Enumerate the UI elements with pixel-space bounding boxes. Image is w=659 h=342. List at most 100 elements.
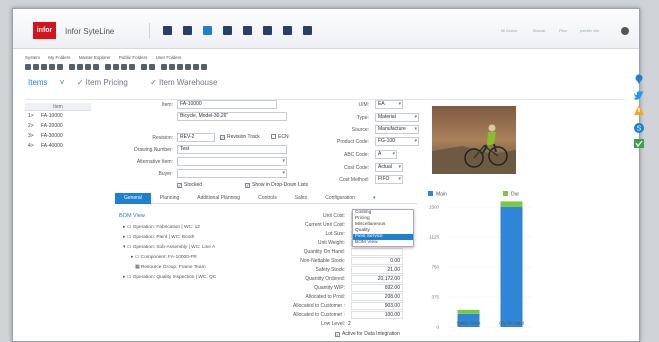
attach-icon[interactable] [177, 64, 183, 70]
check-icon[interactable] [634, 139, 644, 148]
chevron-down-icon[interactable]: ▾ [398, 101, 401, 108]
tab-sales[interactable]: Sales [286, 193, 317, 204]
skype-icon[interactable]: S [634, 123, 644, 133]
document-icon[interactable] [263, 26, 272, 35]
grid-icon[interactable] [141, 64, 147, 70]
menu-public-folders[interactable]: Public Folders [119, 55, 148, 60]
quantity-value[interactable]: 903.00 [351, 302, 403, 310]
chevron-down-icon[interactable]: ▾ [282, 170, 285, 177]
bar-main[interactable] [500, 207, 523, 327]
top-link[interactable]: Buscar [533, 28, 545, 33]
list-item[interactable]: 4> FA-40000 [25, 141, 91, 151]
tab-controls[interactable]: Controls [249, 193, 286, 204]
ecn-checkbox[interactable]: ECN [271, 134, 289, 140]
bookmark-icon[interactable] [303, 26, 312, 35]
quantity-value[interactable]: 0.00 [351, 257, 403, 265]
notes-icon[interactable] [185, 64, 191, 70]
filter-icon[interactable] [85, 64, 91, 70]
refresh-icon[interactable] [69, 64, 75, 70]
tree-node[interactable]: ▸ ▭ Operation: Paint | WC: Booth [123, 233, 216, 243]
buyer-field[interactable]: ▾ [177, 169, 287, 178]
next-icon[interactable] [121, 64, 127, 70]
forms-icon[interactable] [183, 26, 192, 35]
product-code-field[interactable]: FG-100 ▾ [375, 137, 419, 146]
print-icon[interactable] [161, 64, 167, 70]
menu-my-folders[interactable]: My Folders [48, 55, 70, 60]
list-item[interactable]: 2> FA-20000 [25, 121, 91, 131]
chevron-down-icon[interactable]: ▾ [282, 158, 285, 165]
tab-general[interactable]: General [115, 193, 151, 204]
quantity-value[interactable] [351, 248, 403, 256]
cost-code-field[interactable]: Actual ▾ [375, 163, 403, 172]
list-item[interactable]: 3> FA-30000 [25, 131, 91, 141]
chevron-down-icon[interactable]: ▾ [364, 193, 385, 204]
chevron-down-icon[interactable]: ▾ [414, 126, 417, 133]
delete-icon[interactable] [57, 64, 63, 70]
folder-icon[interactable] [203, 26, 212, 35]
revision-field[interactable]: REV-2 [177, 133, 215, 142]
first-icon[interactable] [105, 64, 111, 70]
settings-icon[interactable] [283, 26, 292, 35]
paste-icon[interactable] [49, 64, 55, 70]
twitter-icon[interactable] [634, 91, 644, 100]
type-field[interactable]: Material ▾ [375, 113, 419, 122]
tree-node[interactable]: ▸ ▭ Operation: Fabrication | WC: 12 [123, 223, 216, 233]
chevron-down-icon[interactable]: ▾ [398, 176, 401, 183]
new-icon[interactable] [25, 64, 31, 70]
bar-top[interactable] [500, 201, 523, 207]
user-avatar-icon[interactable] [621, 27, 629, 35]
save-all-icon[interactable] [77, 64, 83, 70]
last-icon[interactable] [129, 64, 135, 70]
chevron-down-icon[interactable]: ▾ [414, 114, 417, 121]
tab-additional-planning[interactable]: Additional Planning [188, 193, 249, 204]
stocked-checkbox[interactable]: ✓ Stocked [177, 182, 202, 188]
chevron-down-icon[interactable]: ▾ [392, 151, 395, 158]
source-field[interactable]: Manufacture ▾ [375, 125, 419, 134]
menu-system[interactable]: System [25, 55, 40, 60]
save-icon[interactable] [33, 64, 39, 70]
description-field[interactable]: Bicycle, Model-30,26" [177, 112, 287, 121]
quantity-value[interactable]: 208.00 [351, 293, 403, 301]
location-pin-icon[interactable] [635, 74, 643, 85]
tab-item-warehouse[interactable]: ✓ Item Warehouse [150, 78, 227, 87]
quantity-value[interactable]: 21.00 [351, 266, 403, 274]
alternative-item-field[interactable]: ▾ [177, 157, 287, 166]
chevron-down-icon[interactable]: ▾ [414, 138, 417, 145]
tab-item-pricing[interactable]: ✓ Item Pricing [77, 78, 138, 87]
top-link[interactable]: Plan [559, 28, 567, 33]
menu-item-bom-view[interactable]: BOM View [353, 240, 413, 246]
tree-node[interactable]: ▸ ▭ Component: FA-10000-FR [123, 253, 216, 263]
copy-icon[interactable] [41, 64, 47, 70]
tree-node[interactable]: ▦ Resource Group: Frame Team [123, 263, 216, 273]
bar-top[interactable] [457, 309, 480, 314]
user-icon[interactable] [243, 26, 252, 35]
active-integration-checkbox[interactable]: ✓ Active for Data Integration [335, 331, 400, 337]
home-icon[interactable] [163, 26, 172, 35]
chevron-down-icon[interactable]: ▾ [398, 164, 401, 171]
item-field[interactable]: FA-10000 [177, 100, 277, 109]
menu-master-explorer[interactable]: Master Explorer [79, 55, 111, 60]
um-field[interactable]: EA ▾ [375, 100, 403, 109]
zoom-icon[interactable] [201, 64, 207, 70]
tree-node[interactable]: ▸ ▭ Operation: Quality Inspection | WC: … [123, 273, 216, 283]
infor-logo[interactable]: infor [33, 22, 56, 39]
quantity-value[interactable]: 100.00 [351, 311, 403, 319]
filter-clear-icon[interactable] [93, 64, 99, 70]
drawing-number-field[interactable]: Test [177, 145, 287, 154]
list-item[interactable]: 1> FA-10000 [25, 111, 91, 121]
quantity-value[interactable]: 692.00 [351, 284, 403, 292]
quantity-value[interactable]: 20,172.00 [351, 275, 403, 283]
revision-track-checkbox[interactable]: ✓ Revision Track [220, 134, 260, 140]
preview-icon[interactable] [169, 64, 175, 70]
menu-user-folders[interactable]: User Folders [156, 55, 182, 60]
tab-configuration[interactable]: Configuration [316, 193, 364, 204]
top-link[interactable]: Mi Activo [501, 28, 517, 33]
form-icon[interactable] [149, 64, 155, 70]
cost-method-field[interactable]: FIFO ▾ [375, 175, 403, 184]
warning-icon[interactable] [634, 105, 644, 115]
top-link[interactable]: psmith info [580, 28, 599, 33]
show-dropdown-checkbox[interactable]: ✓ Show in Drop-Down Lists [245, 182, 308, 188]
tree-node[interactable]: ▾ ▭ Operation: Sub-Assembly | WC: Line A [123, 243, 216, 253]
tab-planning[interactable]: Planning [151, 193, 188, 204]
link-icon[interactable] [193, 64, 199, 70]
